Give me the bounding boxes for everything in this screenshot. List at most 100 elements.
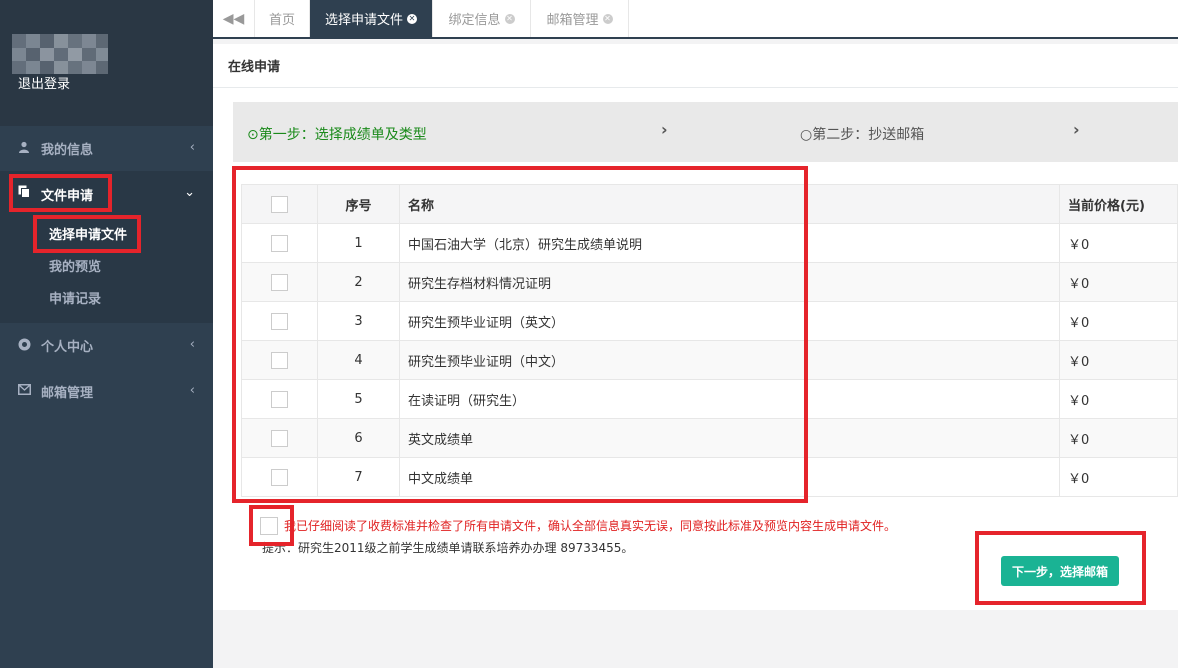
table-row: 6 英文成绩单 ￥0 — [241, 418, 1178, 458]
row-price: ￥0 — [1059, 340, 1178, 380]
row-price: ￥0 — [1059, 379, 1178, 419]
table-row: 7 中文成绩单 ￥0 — [241, 457, 1178, 497]
row-no: 6 — [317, 418, 400, 458]
table-row: 1 中国石油大学（北京）研究生成绩单说明 ￥0 — [241, 223, 1178, 263]
radio-empty-icon: ○ — [800, 127, 813, 143]
chevron-left-icon: ‹ — [189, 383, 195, 398]
tab-bind-info[interactable]: 绑定信息 ✕ — [433, 0, 531, 37]
profile-area: 退出登录 — [0, 0, 213, 126]
row-name: 研究生预毕业证明（英文） — [399, 301, 1060, 341]
table-row: 5 在读证明（研究生） ￥0 — [241, 379, 1178, 419]
table-header-row: 序号 名称 当前价格(元) — [241, 184, 1178, 224]
nav-mail-manage-label: 邮箱管理 — [41, 385, 94, 401]
close-icon[interactable]: ✕ — [407, 13, 417, 24]
user-icon — [18, 141, 32, 155]
envelope-icon — [18, 384, 32, 398]
row-no: 3 — [317, 301, 400, 341]
row-no: 7 — [317, 457, 400, 497]
next-step-button[interactable]: 下一步，选择邮箱 — [1001, 556, 1119, 586]
row-price: ￥0 — [1059, 301, 1178, 341]
checkbox-cell — [241, 457, 318, 497]
row-no: 5 — [317, 379, 400, 419]
col-no: 序号 — [317, 184, 400, 224]
copy-icon — [18, 185, 32, 199]
tab-select-file-label: 选择申请文件 — [324, 13, 403, 28]
table-row: 4 研究生预毕业证明（中文） ￥0 — [241, 340, 1178, 380]
row-price: ￥0 — [1059, 418, 1178, 458]
row-checkbox[interactable] — [271, 351, 288, 369]
tip-text: 提示：研究生2011级之前学生成绩单请联系培养办办理 89733455。 — [262, 541, 634, 555]
avatar — [12, 34, 108, 74]
row-price: ￥0 — [1059, 262, 1178, 302]
sidebar-item-my-preview[interactable]: 我的预览 — [49, 256, 101, 275]
checkbox-cell — [241, 418, 318, 458]
row-price: ￥0 — [1059, 457, 1178, 497]
row-no: 4 — [317, 340, 400, 380]
tab-bind-info-label: 绑定信息 — [448, 13, 501, 28]
row-checkbox[interactable] — [271, 429, 288, 447]
select-all-checkbox[interactable] — [271, 195, 288, 213]
checkbox-cell — [241, 262, 318, 302]
chevron-down-icon: ⌄ — [184, 185, 195, 200]
checkbox-cell — [241, 301, 318, 341]
chevron-left-icon: ‹ — [189, 337, 195, 352]
row-checkbox[interactable] — [271, 312, 288, 330]
checkbox-cell — [241, 379, 318, 419]
row-name: 研究生存档材料情况证明 — [399, 262, 1060, 302]
agreement-checkbox[interactable] — [260, 517, 278, 535]
agreement-text: 我已仔细阅读了收费标准并检查了所有申请文件，确认全部信息真实无误，同意按此标准及… — [284, 519, 897, 533]
step-2[interactable]: ○第二步：抄送邮箱 — [800, 124, 924, 144]
step-1-label: 第一步：选择成绩单及类型 — [258, 127, 427, 143]
sidebar: 退出登录 我的信息 ‹ 文件申请 ⌄ 选择申请文件 我的预览 申请记录 个人中心… — [0, 0, 213, 668]
row-no: 2 — [317, 262, 400, 302]
tab-mail-manage-label: 邮箱管理 — [546, 13, 599, 28]
table-row: 3 研究生预毕业证明（英文） ￥0 — [241, 301, 1178, 341]
page-title: 在线申请 — [228, 60, 281, 75]
nav-my-info[interactable]: 我的信息 ‹ — [0, 126, 213, 170]
checkbox-cell — [241, 340, 318, 380]
row-checkbox[interactable] — [271, 390, 288, 408]
col-price: 当前价格(元) — [1059, 184, 1178, 224]
file-table: 序号 名称 当前价格(元) 1 中国石油大学（北京）研究生成绩单说明 ￥0 2 … — [241, 184, 1178, 497]
step-2-label: 第二步：抄送邮箱 — [812, 127, 925, 143]
tab-home-label: 首页 — [268, 13, 295, 28]
checkbox-cell — [241, 223, 318, 263]
row-name: 英文成绩单 — [399, 418, 1060, 458]
tab-select-file[interactable]: 选择申请文件 ✕ — [310, 0, 433, 37]
close-icon[interactable]: ✕ — [602, 13, 613, 24]
tab-home[interactable]: 首页 — [255, 0, 310, 37]
logout-link[interactable]: 退出登录 — [18, 73, 70, 92]
chevron-left-icon: ‹ — [189, 140, 195, 155]
tab-bar: ◀◀ 首页 选择申请文件 ✕ 绑定信息 ✕ 邮箱管理 ✕ — [213, 0, 1178, 39]
nav-mail-manage[interactable]: 邮箱管理 ‹ — [0, 369, 213, 413]
row-checkbox[interactable] — [271, 468, 288, 486]
nav-my-info-label: 我的信息 — [41, 142, 94, 158]
main-panel: 在线申请 ⊙第一步：选择成绩单及类型 › ○第二步：抄送邮箱 › 序号 名称 当… — [213, 44, 1178, 610]
wizard-steps: ⊙第一步：选择成绩单及类型 › ○第二步：抄送邮箱 › — [233, 102, 1178, 162]
nav-personal-center-label: 个人中心 — [41, 339, 94, 355]
chevron-right-icon: › — [1073, 120, 1080, 139]
radio-checked-icon: ⊙ — [247, 127, 259, 143]
chevron-right-icon: › — [661, 120, 668, 139]
sidebar-item-apply-record[interactable]: 申请记录 — [49, 288, 101, 307]
row-name: 中文成绩单 — [399, 457, 1060, 497]
row-price: ￥0 — [1059, 223, 1178, 263]
close-icon[interactable]: ✕ — [504, 13, 515, 24]
row-name: 在读证明（研究生） — [399, 379, 1060, 419]
nav-personal-center[interactable]: 个人中心 ‹ — [0, 323, 213, 367]
tab-mail-manage[interactable]: 邮箱管理 ✕ — [531, 0, 629, 37]
scroll-left-button[interactable]: ◀◀ — [213, 0, 255, 37]
row-name: 研究生预毕业证明（中文） — [399, 340, 1060, 380]
row-no: 1 — [317, 223, 400, 263]
chrome-icon — [18, 338, 32, 352]
nav-file-apply[interactable]: 文件申请 ⌄ — [0, 171, 213, 323]
double-chevron-left-icon: ◀◀ — [222, 10, 245, 27]
select-all-cell — [241, 184, 318, 224]
row-checkbox[interactable] — [271, 234, 288, 252]
sidebar-item-select-file[interactable]: 选择申请文件 — [49, 224, 127, 243]
row-name: 中国石油大学（北京）研究生成绩单说明 — [399, 223, 1060, 263]
row-checkbox[interactable] — [271, 273, 288, 291]
divider — [213, 87, 1178, 88]
step-1[interactable]: ⊙第一步：选择成绩单及类型 — [247, 124, 427, 144]
col-name: 名称 — [399, 184, 1060, 224]
